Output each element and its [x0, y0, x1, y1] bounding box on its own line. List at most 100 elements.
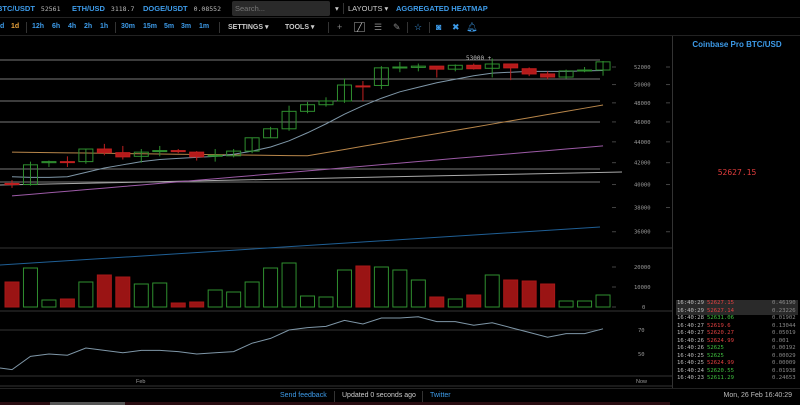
trade-time: 16:40:25 — [677, 360, 704, 366]
candle-body — [189, 151, 205, 158]
trade-time: 16:40:26 — [677, 345, 704, 351]
trade-row: 16:40:27 52620.27 0.05019 — [676, 330, 798, 338]
volume-bar — [410, 279, 426, 308]
volume-bar — [263, 267, 279, 308]
volume-bar — [4, 281, 20, 308]
candle-body — [115, 152, 131, 158]
trade-time: 16:40:26 — [677, 337, 704, 344]
trades-list[interactable]: 16:40:29 52627.15 0.46190 16:40:29 52627.14 0… — [676, 300, 798, 383]
trade-price: 52611.29 — [707, 375, 734, 381]
exchange-title: Coinbase Pro BTC/USD — [692, 40, 782, 49]
candle-body — [503, 63, 519, 69]
price-tick-label: 44000 — [634, 140, 651, 146]
volume-bar — [466, 294, 482, 308]
trade-price: 52627.14 — [707, 307, 734, 314]
trade-size: 0.13044 — [772, 322, 796, 329]
trade-time: 16:40:24 — [677, 367, 704, 374]
candle-body — [429, 65, 445, 70]
volume-tick-label: 10000 — [634, 285, 651, 291]
ma-long-line — [0, 226, 601, 266]
price-tick-label: 42000 — [634, 161, 651, 167]
update-status: Updated 0 seconds ago — [342, 392, 416, 399]
volume-bar — [115, 276, 131, 308]
trade-time: 16:40:29 — [677, 300, 704, 306]
candle-body — [392, 66, 408, 69]
trendline — [0, 171, 623, 186]
candle-body — [355, 85, 371, 88]
price-tick-label: 48000 — [634, 101, 651, 107]
volume-bar — [170, 302, 186, 308]
volume-tick-label: 20000 — [634, 265, 651, 271]
trade-row: 16:40:23 52611.29 0.24653 — [676, 375, 798, 383]
trade-time: 16:40:28 — [677, 315, 704, 321]
volume-bar — [41, 299, 57, 308]
twitter-link[interactable]: Twitter — [430, 392, 451, 399]
oscillator-tick-label: 70 — [638, 328, 645, 334]
trade-price: 52631.06 — [707, 315, 734, 321]
trade-row: 16:40:26 52624.99 0.001 — [676, 338, 798, 346]
trade-size: 0.23226 — [772, 307, 796, 314]
trade-price: 52620.55 — [707, 367, 734, 374]
trade-row: 16:40:29 52627.15 0.46190 — [676, 300, 798, 308]
trade-row: 16:40:29 52627.14 0.23226 — [676, 307, 798, 315]
volume-bar — [78, 281, 94, 308]
volume-bar — [503, 279, 519, 308]
candle-body — [540, 73, 556, 78]
trade-row: 16:40:25 52625 0.00029 — [676, 353, 798, 361]
trade-price: 52627.15 — [707, 300, 734, 306]
candle-body — [521, 68, 537, 75]
candle-body — [577, 69, 593, 72]
candle-body — [96, 148, 112, 154]
trade-price: 52624.99 — [707, 360, 734, 366]
send-feedback-link[interactable]: Send feedback — [280, 392, 327, 399]
volume-bar — [152, 282, 168, 308]
trade-row: 16:40:27 52619.6 0.13044 — [676, 323, 798, 331]
candle-body — [152, 150, 168, 153]
volume-bar — [133, 283, 149, 308]
volume-bar — [336, 269, 352, 308]
trade-price: 52625 — [707, 345, 724, 351]
volume-bar — [392, 269, 408, 308]
volume-bar — [22, 267, 38, 308]
volume-bar — [558, 300, 574, 308]
volume-bar — [226, 291, 242, 308]
trade-size: 0.001 — [772, 337, 789, 344]
trade-row: 16:40:24 52620.55 0.01938 — [676, 368, 798, 376]
price-tick-label: 38000 — [634, 206, 651, 212]
oscillator-tick-label: 50 — [638, 352, 645, 358]
volume-tick-label: 0 — [642, 305, 645, 311]
price-marker-label: 53000 + — [466, 55, 492, 62]
candle-body — [466, 64, 482, 70]
trade-row: 16:40:28 52631.06 0.01902 — [676, 315, 798, 323]
trade-price: 52620.27 — [707, 330, 734, 336]
trade-time: 16:40:27 — [677, 330, 704, 336]
trade-size: 0.00009 — [772, 360, 796, 366]
volume-bar — [447, 298, 463, 308]
volume-bar — [96, 274, 112, 308]
candle-body — [59, 161, 75, 164]
trade-time: 16:40:27 — [677, 322, 704, 329]
trade-time: 16:40:23 — [677, 375, 704, 381]
price-tick-label: 46000 — [634, 120, 651, 126]
volume-bar — [595, 294, 611, 308]
price-tick-label: 36000 — [634, 230, 651, 236]
time-axis-label: Feb — [136, 379, 145, 385]
price-chart[interactable]: 53000 + 52000 50000 48000 46000 44000 42000 400… — [0, 0, 672, 390]
current-datetime: Mon, 26 Feb 16:40:29 — [723, 392, 793, 399]
volume-bar — [189, 301, 205, 308]
trade-size: 0.00192 — [772, 345, 796, 351]
price-tick-label: 52000 — [634, 65, 651, 71]
trade-price: 52624.99 — [707, 337, 734, 344]
trade-size: 0.01902 — [772, 315, 796, 321]
volume-bar — [577, 300, 593, 308]
candle-body — [170, 150, 186, 153]
volume-bar — [355, 265, 371, 308]
oscillator-line — [0, 316, 604, 371]
volume-bar — [300, 295, 316, 308]
volume-bar — [281, 262, 297, 308]
trade-time: 16:40:29 — [677, 307, 704, 314]
trade-row: 16:40:25 52624.99 0.00009 — [676, 360, 798, 368]
trade-size: 0.00029 — [772, 352, 796, 359]
volume-bar — [207, 289, 223, 308]
trade-size: 0.01938 — [772, 367, 796, 374]
